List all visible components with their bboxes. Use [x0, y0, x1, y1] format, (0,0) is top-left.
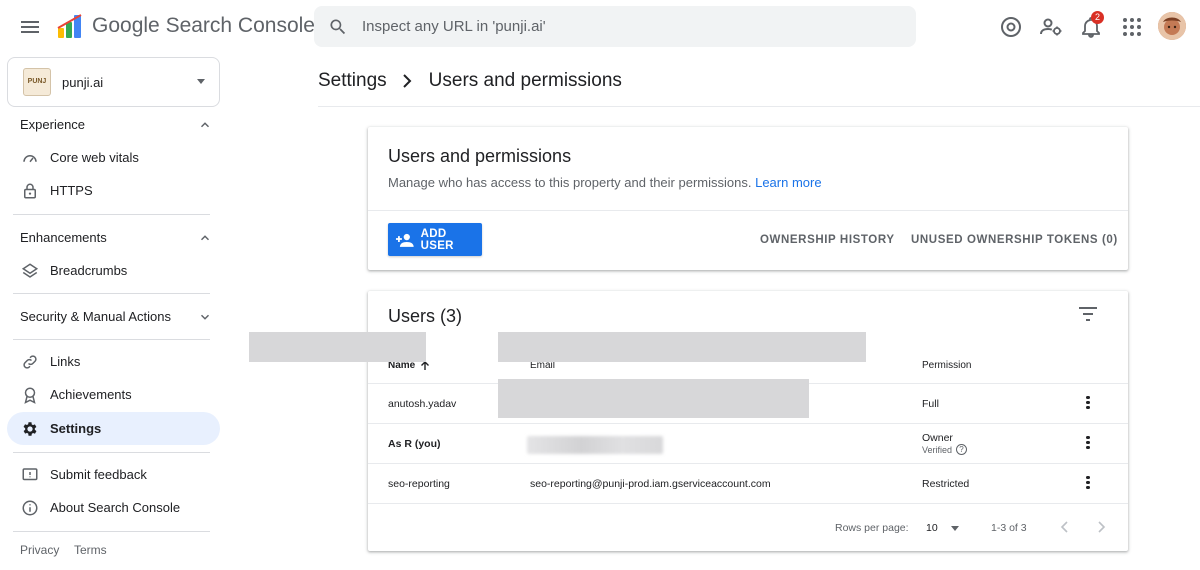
table-row-divider — [368, 463, 1128, 464]
user-email: seo-reporting@punji-prod.iam.gserviceacc… — [530, 478, 771, 490]
feedback-icon — [22, 467, 38, 480]
url-inspection-input[interactable] — [362, 18, 882, 35]
rows-per-page-caret-icon[interactable] — [951, 526, 959, 531]
sidebar-item-label: About Search Console — [50, 500, 181, 515]
award-icon — [24, 387, 36, 404]
sidebar-item-label: Breadcrumbs — [50, 263, 128, 278]
apps-grid-icon[interactable] — [1120, 15, 1144, 39]
top-app-bar: Google Search Console 2 — [0, 0, 1200, 54]
card-title: Users and permissions — [388, 146, 572, 166]
user-permission: Full — [922, 398, 939, 410]
property-name: punji.ai — [62, 74, 104, 90]
search-console-logo-icon — [57, 14, 82, 38]
breadcrumb-divider — [318, 106, 1200, 107]
sidebar-divider — [13, 452, 210, 453]
sidebar-item-label: Links — [50, 354, 81, 369]
layers-icon — [21, 262, 39, 278]
info-icon — [22, 500, 38, 515]
sidebar-item-label: Core web vitals — [50, 150, 139, 165]
column-header-permission[interactable]: Permission — [922, 360, 971, 371]
previous-page-icon[interactable] — [1058, 520, 1072, 534]
more-options-icon[interactable] — [1084, 394, 1092, 412]
help-circle-icon[interactable]: ? — [956, 444, 968, 455]
notification-count-badge: 2 — [1091, 11, 1104, 24]
sidebar-item-links[interactable]: Links — [7, 345, 220, 378]
user-name: As R (you) — [388, 438, 441, 450]
gear-icon — [23, 421, 37, 436]
sidebar-item-core-web-vitals[interactable]: Core web vitals — [7, 141, 220, 174]
breadcrumb-settings-link[interactable]: Settings — [318, 70, 387, 92]
more-options-icon[interactable] — [1084, 474, 1092, 492]
chevron-up-icon[interactable] — [198, 118, 212, 132]
redaction-block — [498, 332, 866, 362]
property-logo: PUNJ — [23, 68, 51, 96]
sidebar-item-settings[interactable]: Settings — [7, 412, 220, 445]
users-table-card: Users (3) Name Email Permission anutosh.… — [368, 291, 1128, 551]
sidebar-divider — [13, 293, 210, 294]
app-logo[interactable]: Google Search Console — [56, 12, 315, 40]
add-person-icon — [395, 233, 414, 247]
blurred-email — [527, 436, 663, 454]
page-title: Users and permissions — [428, 70, 622, 91]
user-permission: Restricted — [922, 478, 970, 490]
sidebar-item-label: Settings — [50, 421, 102, 436]
privacy-link[interactable]: Privacy — [20, 543, 59, 557]
sidebar-item-about[interactable]: About Search Console — [7, 491, 220, 524]
hamburger-menu-icon[interactable] — [18, 15, 42, 39]
app-title: Google Search Console — [92, 14, 315, 37]
sidebar-item-breadcrumbs[interactable]: Breadcrumbs — [7, 254, 220, 287]
sidebar-item-label: Achievements — [50, 387, 132, 402]
rows-per-page-label: Rows per page: — [835, 522, 909, 534]
nav-section-enhancements[interactable]: Enhancements — [20, 230, 107, 245]
property-selector[interactable]: PUNJ punji.ai — [7, 57, 220, 107]
ownership-history-button[interactable]: OWNERSHIP HISTORY — [760, 234, 895, 246]
dropdown-caret-icon — [197, 79, 205, 84]
sidebar-item-label: HTTPS — [50, 183, 93, 198]
sidebar-divider — [13, 339, 210, 340]
terms-link[interactable]: Terms — [74, 543, 107, 557]
add-user-button[interactable]: ADD USER — [388, 223, 482, 256]
nav-section-security[interactable]: Security & Manual Actions — [20, 309, 171, 324]
account-avatar[interactable] — [1158, 12, 1186, 40]
sidebar-item-achievements[interactable]: Achievements — [7, 378, 220, 411]
speedometer-icon — [23, 154, 37, 162]
filter-icon[interactable] — [1078, 306, 1098, 322]
nav-section-experience[interactable]: Experience — [20, 117, 85, 132]
chevron-up-icon[interactable] — [198, 231, 212, 245]
chevron-right-icon — [402, 74, 412, 88]
user-name: anutosh.yadav — [388, 398, 457, 410]
user-permission: Owner — [922, 432, 953, 444]
link-icon — [23, 354, 37, 369]
card-description: Manage who has access to this property a… — [388, 175, 822, 190]
pagination-range: 1-3 of 3 — [991, 522, 1027, 534]
search-icon[interactable] — [328, 17, 348, 37]
sidebar-divider — [13, 531, 210, 532]
users-count-title: Users (3) — [388, 306, 463, 326]
sidebar-item-label: Submit feedback — [50, 467, 147, 482]
user-name: seo-reporting — [388, 478, 450, 490]
verified-owner-label: Verified? — [922, 444, 968, 455]
redaction-block — [249, 332, 426, 362]
more-options-icon[interactable] — [1084, 434, 1092, 452]
help-icon[interactable] — [999, 15, 1023, 39]
learn-more-link[interactable]: Learn more — [755, 175, 821, 190]
sidebar-item-submit-feedback[interactable]: Submit feedback — [7, 458, 220, 491]
url-inspection-search[interactable] — [314, 6, 916, 47]
sidebar-divider — [13, 214, 210, 215]
sort-ascending-arrow-icon[interactable] — [420, 361, 430, 371]
table-row-divider — [368, 423, 1128, 424]
next-page-icon[interactable] — [1094, 520, 1108, 534]
chevron-down-icon[interactable] — [198, 310, 212, 324]
rows-per-page-select[interactable]: 10 — [926, 522, 938, 534]
breadcrumb: Settings Users and permissions — [318, 70, 622, 92]
manage-users-icon[interactable] — [1039, 15, 1063, 39]
redaction-block — [498, 379, 809, 418]
user-avatar-icon — [1158, 12, 1186, 40]
unused-ownership-tokens-button[interactable]: UNUSED OWNERSHIP TOKENS (0) — [911, 234, 1118, 246]
sidebar-item-https[interactable]: HTTPS — [7, 174, 220, 207]
lock-icon — [24, 183, 36, 198]
table-row-divider — [368, 503, 1128, 504]
card-divider — [368, 210, 1128, 211]
permissions-card: Users and permissions Manage who has acc… — [368, 127, 1128, 270]
